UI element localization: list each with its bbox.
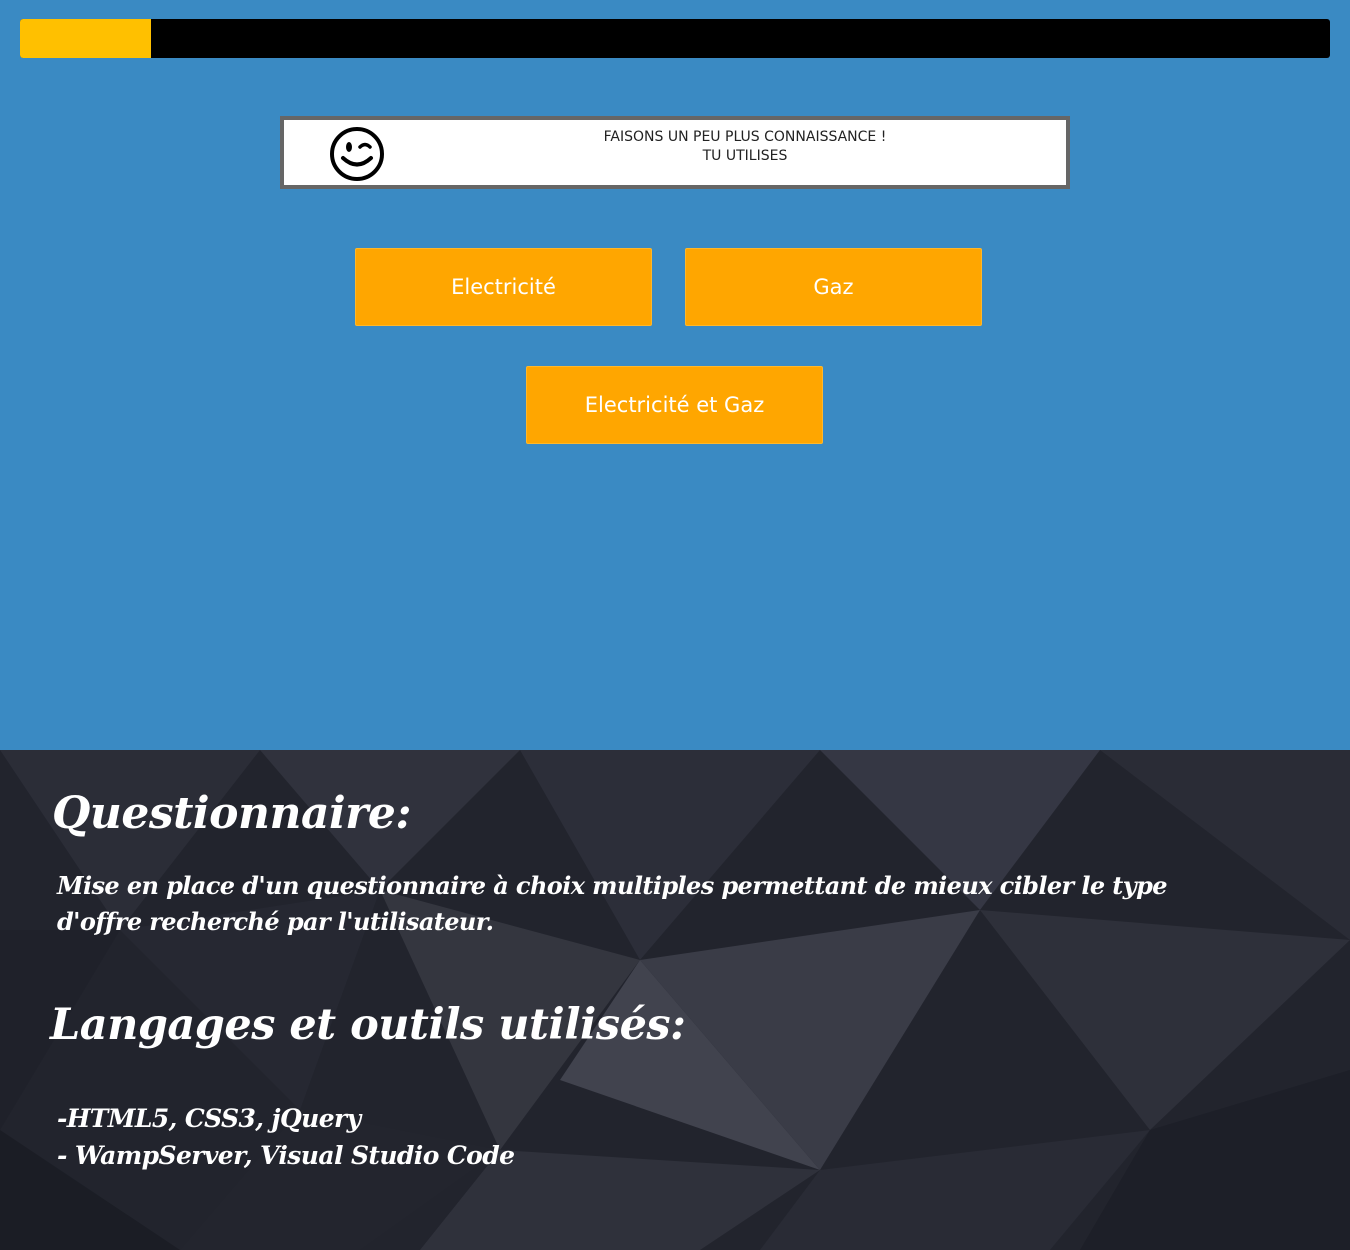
banner-line-1: FAISONS UN PEU PLUS CONNAISSANCE ! <box>603 129 887 145</box>
gaz-button[interactable]: Gaz <box>685 248 982 326</box>
project-title: Questionnaire: <box>52 788 412 839</box>
project-description: Mise en place d'un questionnaire à choix… <box>57 871 1168 936</box>
tools-line-1: -HTML5, CSS3, jQuery <box>57 1104 361 1133</box>
banner-line-2: TU UTILISES <box>702 148 788 164</box>
electricite-button[interactable]: Electricité <box>355 248 652 326</box>
progress-fill <box>20 19 151 58</box>
tools-list: -HTML5, CSS3, jQuery - WampServer, Visua… <box>57 1100 515 1174</box>
project-description-section: Questionnaire: Mise en place d'un questi… <box>0 750 1350 1250</box>
progress-bar <box>20 19 1330 58</box>
questionnaire-preview: FAISONS UN PEU PLUS CONNAISSANCE ! TU UT… <box>0 0 1350 750</box>
tools-line-2: - WampServer, Visual Studio Code <box>57 1141 515 1170</box>
intro-banner: FAISONS UN PEU PLUS CONNAISSANCE ! TU UT… <box>280 116 1070 189</box>
electricite-gaz-button[interactable]: Electricité et Gaz <box>526 366 823 444</box>
banner-text: FAISONS UN PEU PLUS CONNAISSANCE ! TU UT… <box>444 128 1046 166</box>
tools-title: Langages et outils utilisés: <box>50 1000 686 1050</box>
smiley-wink-icon <box>330 127 384 181</box>
